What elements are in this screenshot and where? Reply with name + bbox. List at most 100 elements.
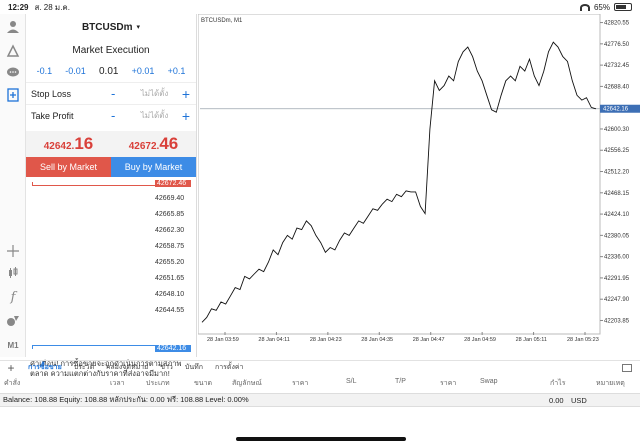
objects-icon[interactable] — [4, 312, 22, 330]
take-profit-plus[interactable]: + — [176, 108, 190, 124]
volume-plus-small[interactable]: +0.01 — [132, 66, 155, 76]
depth-price: 42658.75 — [155, 243, 185, 250]
bid-line — [32, 345, 160, 349]
tab-history[interactable]: ประวัติ — [68, 362, 100, 373]
symbol-selector[interactable]: BTCUSDm ▾ — [26, 14, 196, 40]
col-price-current: ราคา — [440, 380, 457, 387]
take-profit-input[interactable]: ไม่ได้ตั้ง — [133, 109, 176, 122]
col-size: ขนาด — [194, 380, 213, 387]
x-tick-label: 28 Jan 04:35 — [361, 337, 393, 343]
stop-loss-plus[interactable]: + — [176, 86, 190, 102]
status-date: ส. 28 ม.ค. — [34, 2, 70, 12]
price-chart[interactable]: BTCUSDm, M1 42820.55 42776.50 42732.45 42688… — [197, 13, 640, 357]
col-comment: หมายเหตุ — [596, 380, 625, 387]
y-tick-label: 42776.50 — [604, 42, 630, 48]
balance-summary: Balance: 108.88 Equity: 108.88 หลักประกั… — [3, 395, 249, 404]
x-tick-label: 28 Jan 04:11 — [258, 337, 289, 343]
buy-by-market-button[interactable]: Buy by Market — [111, 157, 196, 177]
home-indicator[interactable] — [236, 437, 406, 441]
plot-frame — [197, 13, 601, 335]
ask-line — [32, 182, 160, 186]
y-tick-label: 42512.20 — [604, 170, 630, 176]
sell-price: 42642. 16 — [43, 134, 94, 153]
col-sl: S/L — [346, 378, 357, 385]
y-tick-label: 42291.95 — [604, 276, 630, 282]
balance-bar: Balance: 108.88 Equity: 108.88 หลักประกั… — [0, 393, 640, 407]
tab-journal[interactable]: บันทึก — [179, 362, 209, 373]
x-tick-label: 28 Jan 05:11 — [516, 337, 547, 343]
y-tick-label: 42600.30 — [604, 127, 630, 133]
take-profit-row: Take Profit - ไม่ได้ตั้ง + — [26, 104, 196, 126]
depth-price: 42644.55 — [155, 307, 185, 314]
volume-plus-large[interactable]: +0.1 — [168, 66, 186, 76]
tab-settings[interactable]: การตั้งค่า — [209, 362, 250, 373]
terminal-tabs: + การซื้อขาย ประวัติ กล่องจดหมาย ข่าว บั… — [0, 360, 640, 375]
col-time: เวลา — [110, 380, 125, 387]
crosshair-icon[interactable] — [4, 242, 22, 260]
y-tick-label: 42336.00 — [604, 255, 630, 261]
y-tick-label: 42732.45 — [604, 63, 630, 69]
stop-loss-input[interactable]: ไม่ได้ตั้ง — [133, 87, 176, 100]
orders-table-header: คำสั่ง เวลา ประเภท ขนาด สัญลักษณ์ ราคา S… — [0, 377, 640, 389]
stop-loss-minus[interactable]: - — [111, 86, 133, 101]
buy-price: 42672. 46 — [128, 134, 179, 153]
stop-loss-label: Stop Loss — [31, 88, 72, 99]
add-icon[interactable]: + — [0, 361, 22, 375]
candles-icon[interactable] — [4, 264, 22, 282]
col-swap: Swap — [480, 378, 498, 385]
chat-icon[interactable] — [4, 64, 22, 82]
order-buttons: Sell by Market Buy by Market — [26, 157, 196, 177]
current-price-label: 42642.16 — [603, 107, 629, 113]
battery-icon — [614, 3, 632, 11]
timeframe-button[interactable]: M1 — [4, 336, 22, 354]
depth-price: 42665.85 — [155, 211, 185, 218]
function-icon[interactable]: f — [4, 288, 22, 306]
x-tick-label: 28 Jan 04:47 — [413, 337, 445, 343]
depth-price: 42655.20 — [155, 259, 185, 266]
battery-percent: 65% — [593, 2, 610, 12]
user-icon[interactable] — [4, 18, 22, 36]
volume-input[interactable]: 0.01 — [99, 66, 118, 77]
x-tick-label: 28 Jan 03:59 — [207, 337, 239, 343]
depth-price: 42648.10 — [155, 291, 185, 298]
y-tick-label: 42380.05 — [604, 233, 630, 239]
y-tick-label: 42468.15 — [604, 191, 630, 197]
depth-price: 42651.65 — [155, 275, 185, 282]
col-symbol: สัญลักษณ์ — [232, 380, 262, 387]
col-order: คำสั่ง — [4, 380, 21, 387]
take-profit-minus[interactable]: - — [111, 108, 133, 123]
col-price: ราคา — [292, 380, 309, 387]
left-toolbar: f M1 — [0, 14, 26, 357]
tab-trade[interactable]: การซื้อขาย — [22, 362, 68, 373]
depth-price: 42662.30 — [155, 227, 185, 234]
col-type: ประเภท — [146, 380, 170, 387]
y-tick-label: 42820.55 — [604, 21, 630, 27]
y-tick-label: 42424.10 — [604, 212, 630, 218]
volume-minus-large[interactable]: -0.1 — [37, 66, 53, 76]
col-tp: T/P — [395, 378, 406, 385]
execution-type[interactable]: Market Execution — [26, 40, 196, 60]
wifi-icon — [579, 3, 590, 11]
y-tick-label: 42203.85 — [604, 318, 630, 324]
price-display: 42642. 16 42672. 46 — [26, 131, 196, 157]
volume-stepper: -0.1 -0.01 0.01 +0.01 +0.1 — [26, 60, 196, 82]
stop-loss-row: Stop Loss - ไม่ได้ตั้ง + — [26, 82, 196, 104]
status-time: 12:29 — [8, 2, 29, 12]
balance-profit: 0.00 — [549, 395, 564, 405]
chart-svg: BTCUSDm, M1 42820.55 42776.50 42732.45 42688… — [197, 13, 640, 343]
new-order-icon[interactable] — [4, 86, 22, 104]
trade-icon[interactable] — [4, 42, 22, 60]
volume-minus-small[interactable]: -0.01 — [65, 66, 86, 76]
tab-mailbox[interactable]: กล่องจดหมาย — [100, 362, 154, 373]
sell-by-market-button[interactable]: Sell by Market — [26, 157, 111, 177]
price-series-line — [201, 41, 597, 323]
price-ladder: 42672.46 42669.40 42665.85 42662.30 4265… — [26, 178, 197, 355]
x-tick-label: 28 Jan 05:23 — [567, 337, 599, 343]
layout-icon[interactable] — [622, 363, 632, 372]
x-tick-label: 28 Jan 04:59 — [464, 337, 496, 343]
tab-news[interactable]: ข่าว — [154, 362, 179, 373]
y-tick-label: 42247.90 — [604, 297, 630, 303]
x-tick-label: 28 Jan 04:23 — [310, 337, 342, 343]
depth-price: 42669.40 — [155, 195, 185, 202]
balance-currency: USD — [571, 395, 587, 405]
